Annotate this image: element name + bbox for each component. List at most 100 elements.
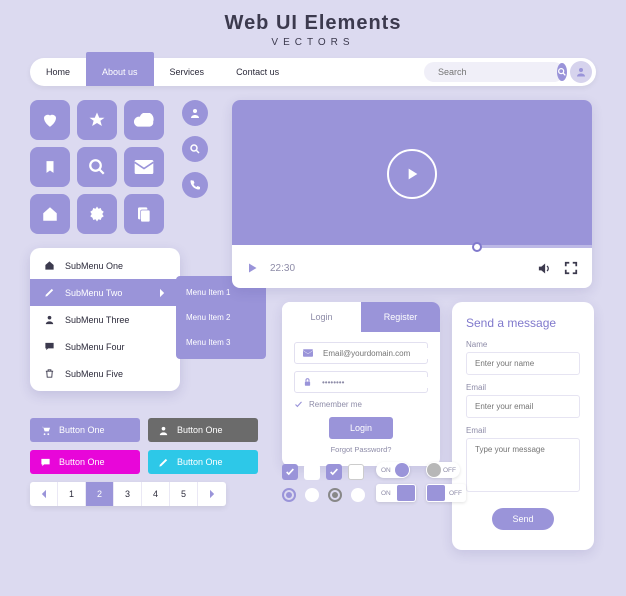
submenu-panel: SubMenu One SubMenu Two SubMenu Three Su… — [30, 248, 180, 391]
nav-services[interactable]: Services — [154, 58, 221, 86]
submenu-item-two[interactable]: SubMenu Two — [30, 279, 180, 306]
search-button[interactable] — [557, 63, 567, 81]
main-nav: Home About us Services Contact us — [30, 58, 596, 86]
radio-gray[interactable] — [328, 488, 342, 502]
flyout-item[interactable]: Menu Item 2 — [176, 305, 266, 330]
radio-selected[interactable] — [282, 488, 296, 502]
user-icon — [158, 425, 169, 436]
video-controls: 22:30 — [232, 248, 592, 288]
submenu-item-five[interactable]: SubMenu Five — [30, 360, 180, 387]
trash-icon — [44, 368, 55, 379]
forgot-password-link[interactable]: Forgot Password? — [294, 445, 428, 454]
button-one-gray[interactable]: Button One — [148, 418, 258, 442]
video-screen[interactable] — [232, 100, 592, 248]
page-5[interactable]: 5 — [170, 482, 198, 506]
home-icon — [44, 260, 55, 271]
volume-icon[interactable] — [537, 261, 552, 276]
checkbox-checked-purple[interactable] — [282, 464, 298, 480]
radio-unselected[interactable] — [305, 488, 319, 502]
cart-icon — [40, 425, 51, 436]
fullscreen-icon[interactable] — [564, 261, 578, 275]
pencil-icon — [158, 457, 169, 468]
send-button[interactable]: Send — [492, 508, 554, 530]
star-icon[interactable] — [77, 100, 117, 140]
password-field[interactable] — [294, 371, 428, 393]
chevron-right-icon — [159, 288, 166, 298]
play-small-icon[interactable] — [246, 262, 258, 274]
phone-icon[interactable] — [182, 172, 208, 198]
progress-track[interactable] — [232, 245, 592, 248]
submenu-item-four[interactable]: SubMenu Four — [30, 333, 180, 360]
submenu-item-three[interactable]: SubMenu Three — [30, 306, 180, 333]
progress-thumb[interactable] — [472, 242, 482, 252]
password-input[interactable] — [320, 377, 434, 388]
contact-card: Send a message Name Email Email Send — [452, 302, 594, 550]
message-input[interactable] — [466, 438, 580, 492]
chat-icon — [40, 457, 51, 468]
button-one-magenta[interactable]: Button One — [30, 450, 140, 474]
tab-register[interactable]: Register — [361, 302, 440, 332]
icon-tile-grid — [30, 100, 164, 234]
mail-icon — [303, 349, 313, 357]
login-button[interactable]: Login — [329, 417, 393, 439]
page-prev[interactable] — [30, 482, 58, 506]
video-time: 22:30 — [270, 263, 295, 274]
nav-about[interactable]: About us — [86, 52, 154, 86]
checkbox-outlined[interactable] — [348, 464, 364, 480]
field-label: Email — [466, 426, 580, 435]
field-label: Name — [466, 340, 580, 349]
toggle-square-off[interactable]: OFF — [426, 484, 466, 502]
cloud-icon[interactable] — [124, 100, 164, 140]
page-1[interactable]: 1 — [58, 482, 86, 506]
lock-icon — [303, 377, 312, 387]
user-icon[interactable] — [182, 100, 208, 126]
toggle-grid: ON OFF ON OFF — [376, 462, 466, 502]
toggle-pill-off[interactable]: OFF — [426, 462, 460, 478]
tab-login[interactable]: Login — [282, 302, 361, 332]
submenu-item-one[interactable]: SubMenu One — [30, 252, 180, 279]
search-icon[interactable] — [182, 136, 208, 162]
email-field[interactable] — [294, 342, 428, 364]
toggle-square-on[interactable]: ON — [376, 484, 416, 502]
page-3[interactable]: 3 — [114, 482, 142, 506]
bookmark-icon[interactable] — [30, 147, 70, 187]
radio-unselected[interactable] — [351, 488, 365, 502]
circle-icon-column — [182, 100, 208, 198]
login-card: Login Register Remember me Login Forgot … — [282, 302, 440, 466]
nav-home[interactable]: Home — [30, 58, 86, 86]
home-icon[interactable] — [30, 194, 70, 234]
checkbox-checked-purple[interactable] — [326, 464, 342, 480]
flyout-item[interactable]: Menu Item 3 — [176, 330, 266, 355]
document-icon[interactable] — [124, 194, 164, 234]
name-input[interactable] — [466, 352, 580, 375]
pencil-icon — [44, 287, 55, 298]
page-subtitle: VECTORS — [0, 37, 626, 48]
chat-icon — [44, 341, 55, 352]
page-2[interactable]: 2 — [86, 482, 114, 506]
pagination: 1 2 3 4 5 — [30, 482, 226, 506]
button-one-purple[interactable]: Button One — [30, 418, 140, 442]
page-heading: Web UI Elements VECTORS — [0, 12, 626, 48]
search-icon[interactable] — [77, 147, 117, 187]
email-input[interactable] — [466, 395, 580, 418]
play-button[interactable] — [387, 149, 437, 199]
contact-title: Send a message — [466, 316, 580, 330]
email-input[interactable] — [321, 348, 435, 359]
video-player: 22:30 — [232, 100, 592, 288]
user-avatar[interactable] — [570, 61, 592, 83]
checkbox-unchecked[interactable] — [304, 464, 320, 480]
remember-me[interactable]: Remember me — [294, 400, 428, 409]
submenu-flyout: Menu Item 1 Menu Item 2 Menu Item 3 — [176, 276, 266, 359]
radio-row — [282, 488, 365, 502]
page-next[interactable] — [198, 482, 226, 506]
nav-contact[interactable]: Contact us — [220, 58, 295, 86]
heart-icon[interactable] — [30, 100, 70, 140]
toggle-pill-on[interactable]: ON — [376, 462, 410, 478]
gear-icon[interactable] — [77, 194, 117, 234]
search-box[interactable] — [424, 62, 564, 82]
user-icon — [44, 314, 55, 325]
search-input[interactable] — [436, 66, 557, 78]
page-4[interactable]: 4 — [142, 482, 170, 506]
mail-icon[interactable] — [124, 147, 164, 187]
button-one-teal[interactable]: Button One — [148, 450, 258, 474]
